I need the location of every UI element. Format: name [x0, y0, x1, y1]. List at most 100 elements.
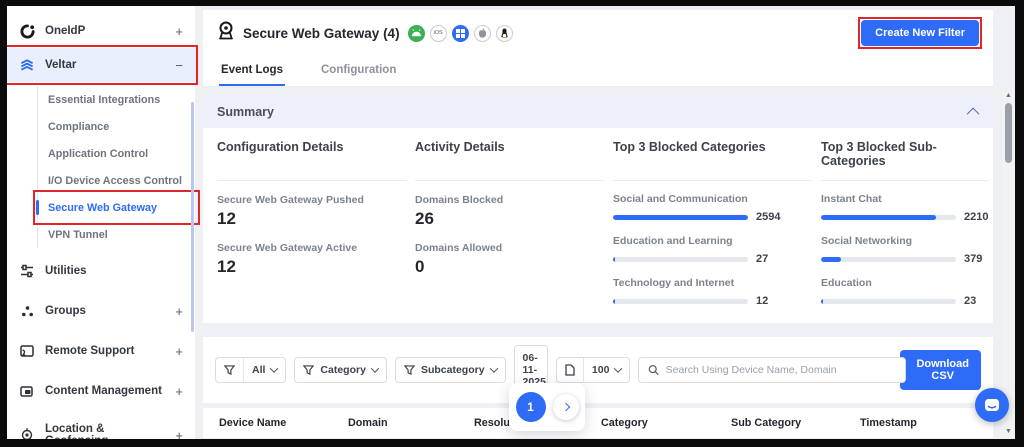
expand-plus-icon[interactable]: +: [175, 384, 183, 399]
stat-domains-blocked: Domains Blocked 26: [415, 194, 605, 229]
tab-configuration[interactable]: Configuration: [319, 54, 398, 86]
document-icon: [565, 364, 575, 376]
download-csv-button[interactable]: Download CSV: [900, 350, 981, 390]
sidebar-item-remote-support[interactable]: Remote Support +: [7, 334, 195, 368]
summary-header[interactable]: Summary: [203, 96, 993, 128]
filter-toolbar: All Category Subcategory 06-11-2025: [203, 337, 993, 403]
col-device-name: Device Name: [219, 413, 348, 433]
bar-row: Education and Learning 27: [613, 235, 813, 265]
bar-track: [821, 299, 956, 304]
bar-fill: [821, 257, 841, 262]
activity-details-heading: Activity Details: [415, 140, 605, 181]
expand-plus-icon[interactable]: +: [175, 24, 183, 39]
sidebar-item-compliance[interactable]: Compliance: [38, 113, 195, 140]
sidebar-item-groups[interactable]: Groups +: [7, 294, 195, 328]
content-scrollbar[interactable]: ▲ ▼: [1002, 90, 1015, 437]
create-new-filter-button[interactable]: Create New Filter: [861, 20, 979, 46]
sidebar: OneIdP + Veltar − Essential Integrations…: [7, 6, 195, 439]
sidebar-item-label: Location & Geofencing: [45, 423, 165, 439]
expand-plus-icon[interactable]: +: [175, 304, 183, 319]
page-title: Secure Web Gateway (4): [243, 26, 400, 41]
bar-fill: [613, 215, 748, 220]
bar-row: Technology and Internet 12: [613, 277, 813, 307]
sidebar-item-label: Veltar: [45, 59, 165, 71]
stat-domains-allowed: Domains Allowed 0: [415, 242, 605, 277]
top-blocked-categories-chart: Social and Communication 2594 Education …: [613, 181, 813, 307]
col-domain: Domain: [348, 413, 474, 433]
col-category: Category: [601, 413, 731, 433]
sidebar-item-utilities[interactable]: Utilities: [7, 254, 195, 288]
linux-icon: [496, 25, 513, 42]
scroll-down-icon[interactable]: ▼: [1005, 426, 1012, 437]
veltar-logo-icon: [19, 57, 35, 73]
sidebar-item-label: Groups: [45, 305, 165, 317]
bar-row: Social Networking 379: [821, 235, 988, 265]
page-header: Secure Web Gateway (4) iOS: [203, 10, 993, 54]
oneidp-logo-icon: [19, 23, 35, 39]
config-details-column: Secure Web Gateway Pushed 12 Secure Web …: [217, 181, 407, 307]
collapse-minus-icon[interactable]: −: [175, 58, 183, 73]
sidebar-item-label: Utilities: [45, 265, 173, 277]
bar-fill: [613, 257, 615, 262]
bar-fill: [613, 299, 615, 304]
veltar-submenu: Essential Integrations Compliance Applic…: [37, 86, 195, 248]
screencast-icon: [19, 343, 35, 359]
funnel-icon: [404, 365, 415, 376]
search-input[interactable]: [666, 364, 897, 376]
page-number-button[interactable]: 1: [516, 392, 546, 422]
scrollbar-thumb[interactable]: [1005, 103, 1012, 163]
next-page-button[interactable]: [553, 394, 579, 420]
subcategory-filter-dropdown[interactable]: Subcategory: [395, 357, 506, 383]
app-window: OneIdP + Veltar − Essential Integrations…: [7, 6, 1015, 439]
target-icon: [19, 427, 35, 439]
top-blocked-subcategories-chart: Instant Chat 2210 Social Networking 379 …: [821, 181, 988, 307]
expand-plus-icon[interactable]: +: [175, 344, 183, 359]
search-icon: [648, 364, 659, 376]
page-size-dropdown[interactable]: 100: [556, 357, 631, 383]
chevron-down-icon: [371, 364, 379, 372]
config-details-heading: Configuration Details: [217, 140, 407, 181]
category-filter-dropdown[interactable]: Category: [294, 357, 387, 383]
top-subcategories-heading: Top 3 Blocked Sub-Categories: [821, 140, 988, 181]
table-row[interactable]: Bhushit-Entra Joined config.edge.skype.c…: [203, 438, 993, 439]
bar-fill: [821, 215, 936, 220]
chat-bubble-icon: [984, 398, 1000, 413]
table-header-row: Device Name Domain Resolution Category S…: [203, 408, 993, 438]
col-timestamp: Timestamp: [860, 413, 991, 433]
platform-icons: iOS: [408, 25, 513, 42]
summary-panel: Summary Configuration Details Activity D…: [203, 96, 993, 323]
macos-icon: [474, 25, 491, 42]
tab-event-logs[interactable]: Event Logs: [219, 54, 285, 86]
content-image-icon: [19, 383, 35, 399]
chat-widget-button[interactable]: [975, 388, 1009, 422]
top-categories-heading: Top 3 Blocked Categories: [613, 140, 813, 181]
ios-icon: iOS: [430, 25, 447, 42]
sidebar-item-location-geofencing[interactable]: Location & Geofencing +: [7, 414, 195, 439]
collapse-chevron-icon[interactable]: [967, 107, 980, 120]
summary-body: Configuration Details Activity Details T…: [203, 128, 993, 323]
bar-fill: [821, 299, 823, 304]
search-box[interactable]: [638, 357, 906, 383]
sidebar-item-oneidp[interactable]: OneIdP +: [7, 14, 195, 48]
sidebar-item-secure-web-gateway[interactable]: Secure Web Gateway: [38, 194, 195, 221]
sidebar-item-essential-integrations[interactable]: Essential Integrations: [38, 86, 195, 113]
scroll-up-icon[interactable]: ▲: [1005, 90, 1012, 101]
groups-dots-icon: [19, 303, 35, 319]
secure-web-gateway-icon: [217, 21, 235, 46]
bar-row: Instant Chat 2210: [821, 193, 988, 223]
funnel-icon: [303, 365, 314, 376]
bar-row: Education 23: [821, 277, 988, 307]
sidebar-item-veltar[interactable]: Veltar −: [7, 48, 195, 82]
expand-plus-icon[interactable]: +: [175, 428, 183, 440]
chevron-down-icon: [614, 364, 622, 372]
chevron-down-icon: [270, 364, 278, 372]
summary-title: Summary: [217, 105, 274, 119]
sidebar-item-content-management[interactable]: Content Management +: [7, 374, 195, 408]
sidebar-item-label: Remote Support: [45, 345, 165, 357]
chevron-down-icon: [489, 364, 497, 372]
scope-filter-dropdown[interactable]: All: [215, 357, 286, 383]
sidebar-item-io-device-access-control[interactable]: I/O Device Access Control: [38, 167, 195, 194]
sidebar-item-vpn-tunnel[interactable]: VPN Tunnel: [38, 221, 195, 248]
sidebar-scrollbar[interactable]: [191, 102, 194, 332]
sidebar-item-application-control[interactable]: Application Control: [38, 140, 195, 167]
